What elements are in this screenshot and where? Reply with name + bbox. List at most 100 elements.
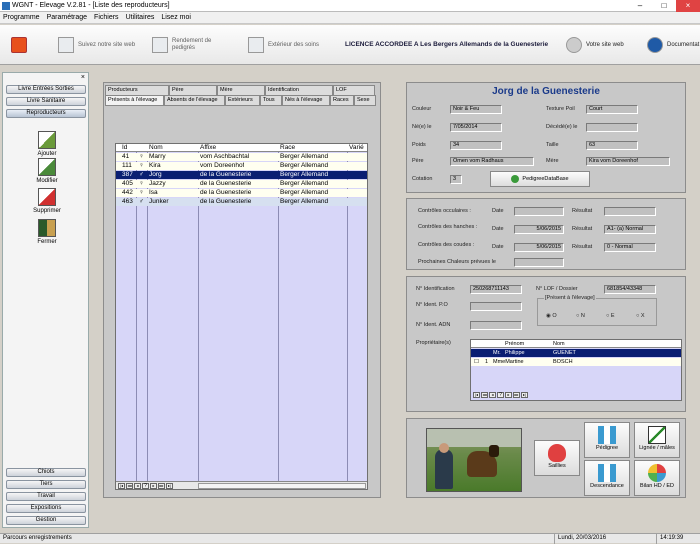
cotation-field[interactable]: 3	[450, 175, 462, 184]
power-button[interactable]	[11, 37, 31, 53]
coudes-date-field[interactable]: 5/06/2015	[514, 243, 564, 252]
close-button[interactable]: ×	[676, 0, 700, 12]
saillies-button[interactable]: Saillies	[534, 440, 580, 476]
nav-tiers[interactable]: Tiers	[6, 480, 86, 489]
close-nav-icon[interactable]: ×	[81, 74, 85, 81]
tab-divider	[105, 105, 376, 106]
door-icon	[38, 219, 56, 237]
col-variete[interactable]: Varié	[349, 144, 364, 152]
maximize-button[interactable]: □	[652, 0, 676, 12]
owners-pager[interactable]: |◂ ◂◂ ◂? ▸ ▸▸ ▸|	[473, 392, 529, 398]
left-nav: × Livre Entrées Sorties Livre Sanitaire …	[2, 72, 89, 528]
delete-icon	[38, 188, 56, 206]
tab-exterieurs[interactable]: Extérieurs	[225, 95, 260, 105]
tab-producteurs[interactable]: Producteurs	[105, 85, 169, 95]
table-row[interactable]: 463 ♂ Junker de la Guenesterie Berger Al…	[116, 198, 367, 206]
licence-text: LICENCE ACCORDEE A Les Bergers Allemands…	[345, 41, 549, 48]
menu-files[interactable]: Fichiers	[94, 14, 119, 21]
hanches-result-field[interactable]: A1- (a) Normal	[604, 225, 656, 234]
texture-field[interactable]: Court	[586, 105, 638, 114]
grid-pager[interactable]: |◂ ◂◂ ◂? ▸ ▸▸ ▸|	[118, 483, 174, 489]
ident-number-field[interactable]: 250268711143	[470, 285, 522, 294]
presence-option-e[interactable]: ○ E	[606, 313, 615, 319]
table-row[interactable]: 111 ♀ Kira vom Doreenhof Berger Allemand	[116, 162, 367, 170]
tab-races[interactable]: Races	[330, 95, 354, 105]
nav-livre-sanitaire[interactable]: Livre Sanitaire	[6, 97, 86, 106]
tab-identification[interactable]: Identification	[265, 85, 333, 95]
poids-field[interactable]: 34	[450, 141, 502, 150]
taille-field[interactable]: 63	[586, 141, 638, 150]
add-button[interactable]: Ajouter	[25, 131, 69, 157]
documentation-button[interactable]: Documentat	[647, 37, 699, 53]
table-row[interactable]: 442 ♀ Isa de la Guenesterie Berger Allem…	[116, 189, 367, 197]
nav-chiots[interactable]: Chiots	[6, 468, 86, 477]
your-site-button[interactable]: Votre site web	[566, 37, 624, 53]
table-row[interactable]: 41 ♀ Marry vom Aschbachtal Berger Allema…	[116, 153, 367, 161]
mere-field[interactable]: Kira vom Doreenhof	[586, 157, 670, 166]
occ-date-field[interactable]	[514, 207, 564, 216]
calendar-icon	[248, 37, 264, 53]
col-id[interactable]: Id	[122, 144, 127, 152]
owner-row[interactable]: ☐ 1 MmeMartine BOSCH	[471, 358, 681, 366]
nav-expositions[interactable]: Expositions	[6, 504, 86, 513]
horizontal-scrollbar[interactable]	[198, 483, 366, 489]
tab-mere[interactable]: Mère	[217, 85, 265, 95]
table-row[interactable]: 405 ♀ Jazzy de la Guenesterie Berger All…	[116, 180, 367, 188]
lof-field[interactable]: 681854/43348	[604, 285, 656, 294]
hanches-date-field[interactable]: 5/06/2015	[514, 225, 564, 234]
menu-utilities[interactable]: Utilitaires	[126, 14, 155, 21]
tab-absents[interactable]: Absents de l'élevage	[164, 95, 225, 105]
database-icon	[152, 37, 168, 53]
couleur-field[interactable]: Noir & Feu	[450, 105, 502, 114]
tab-pere[interactable]: Père	[169, 85, 217, 95]
pedigree-database-button[interactable]: PedigreeDataBase	[490, 171, 590, 187]
presence-option-x[interactable]: ○ X	[636, 313, 645, 319]
tab-presents[interactable]: Présents à l'élevage	[105, 95, 164, 105]
descendance-button[interactable]: Descendance	[584, 460, 630, 496]
occ-result-field[interactable]	[604, 207, 656, 216]
decede-field[interactable]	[586, 123, 638, 132]
delete-button[interactable]: Supprimer	[25, 188, 69, 214]
tab-tous[interactable]: Tous	[260, 95, 282, 105]
pere-field[interactable]: Omen vom Radhaus	[450, 157, 534, 166]
minimize-button[interactable]: –	[628, 0, 652, 12]
help-icon	[647, 37, 663, 53]
care-button[interactable]: Extérieur des soins	[248, 37, 319, 53]
bilan-button[interactable]: Bilan HD / ED	[634, 460, 680, 496]
menu-program[interactable]: Programme	[3, 14, 40, 21]
col-race[interactable]: Race	[280, 144, 295, 152]
tree-icon	[598, 426, 616, 444]
checkbox-icon[interactable]: ☐	[474, 358, 479, 366]
owners-header: Prénom Nom	[471, 340, 681, 348]
tab-nes[interactable]: Nés à l'élevage	[282, 95, 330, 105]
tab-sexe[interactable]: Sexe	[354, 95, 376, 105]
menu-settings[interactable]: Paramétrage	[47, 14, 87, 21]
col-nom[interactable]: Nom	[149, 144, 163, 152]
table-row-selected[interactable]: 387 ♂ Jorg de la Guenesterie Berger Alle…	[116, 171, 367, 179]
website-button[interactable]: Suivez notre site web	[58, 37, 135, 53]
nav-livre-entrees[interactable]: Livre Entrées Sorties	[6, 85, 86, 94]
po-field[interactable]	[470, 302, 522, 311]
lignee-button[interactable]: Lignée / mâles	[634, 422, 680, 458]
nav-travail[interactable]: Travail	[6, 492, 86, 501]
col-affixe[interactable]: Affixe	[200, 144, 216, 152]
grid-header: Id Nom Affixe Race Varié	[116, 144, 367, 152]
status-text: Parcours enregistrements	[3, 535, 72, 541]
close-form-button[interactable]: Fermer	[25, 219, 69, 245]
pedigree-db-button[interactable]: Rendement de pedigrés	[152, 37, 232, 53]
owner-row-selected[interactable]: Mr. Philippe GUENET	[471, 349, 681, 357]
ne-field[interactable]: 7/05/2014	[450, 123, 502, 132]
nav-reproducteurs[interactable]: Reproducteurs	[6, 109, 86, 118]
presence-option-o[interactable]: ◉ O	[546, 313, 557, 319]
chaleurs-field[interactable]	[514, 258, 564, 267]
adn-field[interactable]	[470, 321, 522, 330]
coudes-result-field[interactable]: 0 - Normal	[604, 243, 656, 252]
edit-button[interactable]: Modifier	[25, 158, 69, 184]
tab-lof[interactable]: LOF	[333, 85, 375, 95]
pedigree-icon	[511, 175, 520, 183]
nav-gestion[interactable]: Gestion	[6, 516, 86, 525]
presence-option-n[interactable]: ○ N	[576, 313, 585, 319]
pedigree-button[interactable]: Pédigree	[584, 422, 630, 458]
menu-readme[interactable]: Lisez moi	[161, 14, 191, 21]
descendance-tree-icon	[598, 464, 616, 482]
